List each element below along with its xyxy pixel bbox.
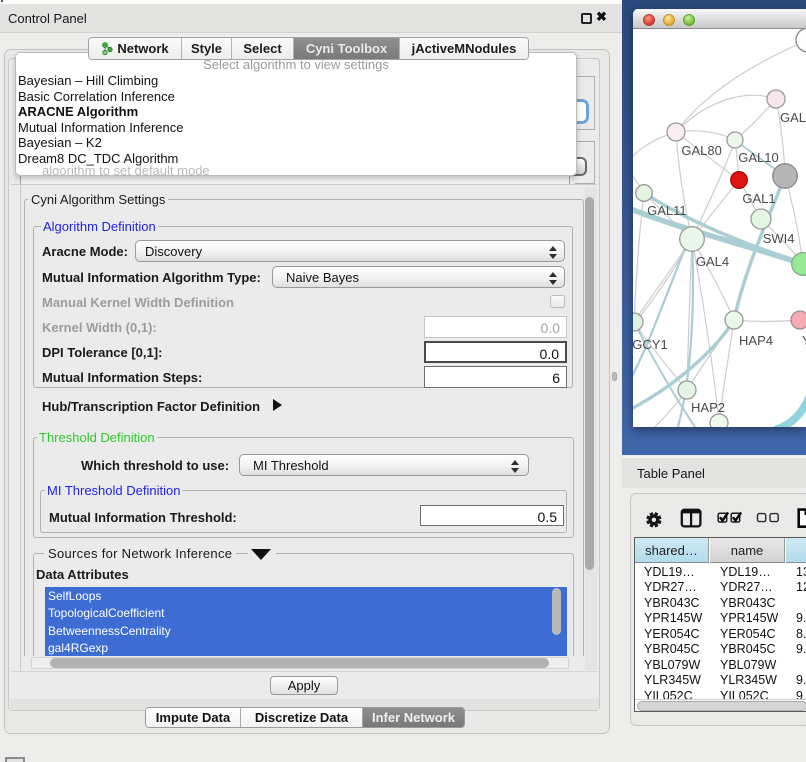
svg-text:HAP2: HAP2 <box>691 400 725 415</box>
svg-text:SWI4: SWI4 <box>763 231 795 246</box>
svg-text:Y: Y <box>802 333 806 348</box>
svg-text:GCY1: GCY1 <box>633 337 668 352</box>
svg-text:GAL7: GAL7 <box>780 110 806 125</box>
svg-text:GAL80: GAL80 <box>681 143 721 158</box>
svg-text:GAL11: GAL11 <box>647 203 687 218</box>
svg-text:GAL1: GAL1 <box>742 191 775 206</box>
svg-text:GAL4: GAL4 <box>696 254 729 269</box>
svg-text:GAL10: GAL10 <box>738 150 778 165</box>
svg-text:HAP4: HAP4 <box>739 333 773 348</box>
